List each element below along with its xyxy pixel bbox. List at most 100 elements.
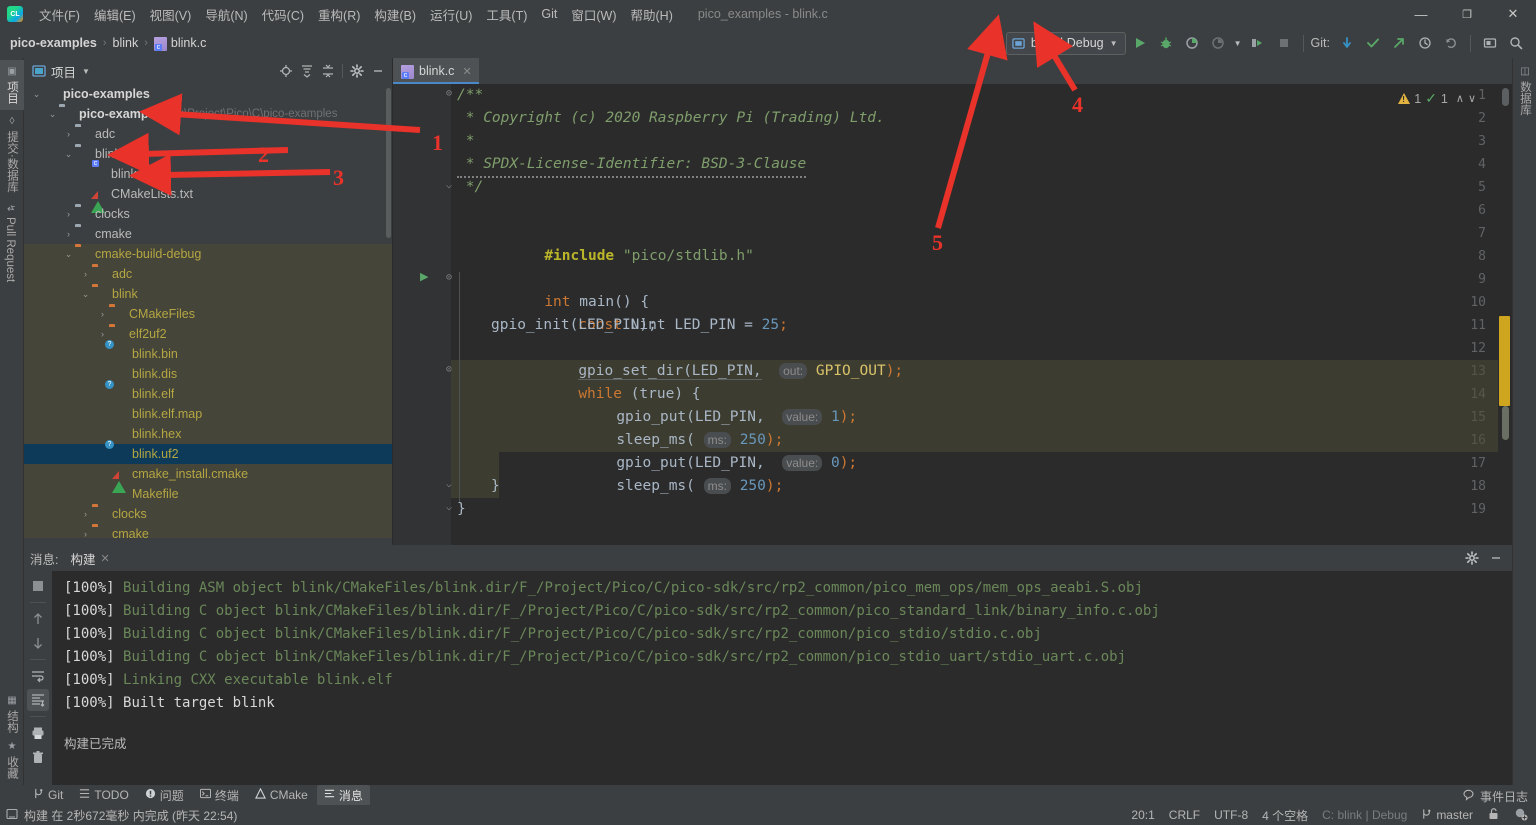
bottom-tab-problems[interactable]: 问题	[138, 785, 191, 806]
chevron-down-icon[interactable]: ⌄	[62, 249, 75, 260]
run-with-coverage-button[interactable]	[1180, 31, 1204, 55]
window-maximize-button[interactable]: ❐	[1444, 0, 1490, 28]
tool-tab-bookmarks[interactable]: ★ 收藏	[0, 735, 24, 785]
tree-row-project-folder[interactable]: ⌄ pico-examples F:\Project\Pico\C\pico-e…	[24, 104, 392, 124]
run-configuration-selector[interactable]: blink | Debug ▼	[1006, 32, 1126, 55]
file-encoding[interactable]: UTF-8	[1214, 808, 1248, 822]
chevron-right-icon[interactable]: ›	[62, 229, 75, 239]
tree-row-cmake-install[interactable]: cmake_install.cmake	[24, 464, 392, 484]
git-rollback-icon[interactable]	[1439, 31, 1463, 55]
git-push-icon[interactable]	[1387, 31, 1411, 55]
terminal-toggle-icon[interactable]	[1478, 31, 1502, 55]
git-branch-widget[interactable]: master	[1421, 808, 1473, 823]
tree-row-clocks[interactable]: › clocks	[24, 204, 392, 224]
menu-refactor[interactable]: 重构(R)	[311, 2, 367, 27]
tree-row-blink-hex[interactable]: blink.hex	[24, 424, 392, 444]
tree-row-build-cmake[interactable]: › cmake	[24, 524, 392, 544]
tree-row-makefile[interactable]: Makefile	[24, 484, 392, 504]
menu-window[interactable]: 窗口(W)	[564, 2, 623, 27]
tool-tab-structure[interactable]: ▦ 结构	[0, 689, 24, 739]
build-panel-tab[interactable]: 构建 ✕	[68, 546, 111, 571]
tree-row-cmake[interactable]: › cmake	[24, 224, 392, 244]
indent-setting[interactable]: 4 个空格	[1262, 807, 1308, 824]
run-button[interactable]	[1128, 31, 1152, 55]
scrollbar-thumb[interactable]	[1502, 88, 1509, 106]
window-close-button[interactable]: ✕	[1490, 0, 1536, 28]
chevron-right-icon[interactable]: ›	[96, 329, 109, 339]
settings-gear-icon[interactable]	[347, 61, 367, 81]
bottom-tab-cmake[interactable]: CMake	[248, 786, 315, 804]
tool-tab-commit[interactable]: ◊ 提交·数据库	[0, 110, 24, 198]
scrollbar-thumb-lower[interactable]	[1502, 406, 1509, 440]
tree-row-blink-dis[interactable]: blink.dis	[24, 364, 392, 384]
chevron-right-icon[interactable]: ›	[62, 129, 75, 139]
next-problem-icon[interactable]: ∨	[1468, 92, 1476, 105]
stop-build-button[interactable]	[27, 575, 49, 597]
stop-button[interactable]	[1272, 31, 1296, 55]
tree-row-blink-folder[interactable]: ⌄ blink	[24, 144, 392, 164]
line-separator[interactable]: CRLF	[1169, 808, 1200, 822]
previous-problem-icon[interactable]: ∧	[1456, 92, 1464, 105]
menu-help[interactable]: 帮助(H)	[624, 2, 680, 27]
breadcrumb-folder[interactable]: blink	[113, 36, 139, 50]
tree-row-root[interactable]: ⌄ pico-examples	[24, 84, 392, 104]
soft-wrap-button[interactable]	[27, 665, 49, 687]
menu-build[interactable]: 构建(B)	[367, 2, 423, 27]
editor-tab-blink-c[interactable]: blink.c ✕	[393, 58, 479, 84]
menu-navigate[interactable]: 导航(N)	[198, 2, 254, 27]
chevron-right-icon[interactable]: ›	[96, 309, 109, 319]
window-minimize-button[interactable]: —	[1398, 0, 1444, 28]
clear-all-button[interactable]	[27, 746, 49, 768]
tree-row-elf2uf2[interactable]: › elf2uf2	[24, 324, 392, 344]
next-occurrence-button[interactable]	[27, 632, 49, 654]
tree-row-blink-c[interactable]: blink.c	[24, 164, 392, 184]
menu-file[interactable]: 文件(F)	[32, 2, 87, 27]
print-button[interactable]	[27, 722, 49, 744]
tool-tab-project[interactable]: ▣ 项目	[0, 60, 24, 110]
tree-row-blink-elf-map[interactable]: blink.elf.map	[24, 404, 392, 424]
debug-button[interactable]	[1154, 31, 1178, 55]
tree-row-cmake-build-debug[interactable]: ⌄ cmake-build-debug	[24, 244, 392, 264]
bottom-tab-terminal[interactable]: 终端	[193, 785, 246, 806]
chevron-right-icon[interactable]: ›	[62, 209, 75, 219]
event-log-widget[interactable]: 事件日志	[1463, 788, 1528, 805]
code-editor[interactable]: 1 2 3 4 5 6 7 8 9 10 11 12 13 14 15 16 1…	[393, 84, 1512, 545]
build-hide-panel-icon[interactable]	[1486, 548, 1506, 568]
expand-all-icon[interactable]	[297, 61, 317, 81]
status-message[interactable]: 构建 在 2秒672毫秒 内完成 (昨天 22:54)	[24, 807, 237, 824]
tree-row-blink-bin[interactable]: blink.bin	[24, 344, 392, 364]
git-history-icon[interactable]	[1413, 31, 1437, 55]
menu-git[interactable]: Git	[534, 4, 564, 24]
collapse-all-icon[interactable]	[318, 61, 338, 81]
bottom-tab-git[interactable]: Git	[26, 786, 70, 804]
locate-file-icon[interactable]	[276, 61, 296, 81]
chevron-right-icon[interactable]: ›	[79, 529, 92, 539]
hide-panel-icon[interactable]	[368, 61, 388, 81]
tool-tab-database[interactable]: ◫ 数据库	[1513, 60, 1536, 122]
scroll-to-end-button[interactable]	[27, 689, 49, 711]
close-icon[interactable]: ✕	[462, 65, 471, 78]
close-icon[interactable]: ✕	[101, 552, 110, 565]
previous-occurrence-button[interactable]	[27, 608, 49, 630]
tree-row-build-blink[interactable]: ⌄ blink	[24, 284, 392, 304]
profile-dropdown-icon[interactable]: ▼	[1232, 31, 1244, 55]
tree-row-adc[interactable]: › adc	[24, 124, 392, 144]
run-gutter-icon[interactable]: ▶	[420, 270, 432, 283]
chevron-down-icon[interactable]: ⌄	[30, 89, 43, 100]
menu-run[interactable]: 运行(U)	[423, 2, 479, 27]
breadcrumb-file[interactable]: blink.c	[171, 36, 206, 50]
git-commit-icon[interactable]	[1361, 31, 1385, 55]
build-console[interactable]: [100%] Building ASM object blink/CMakeFi…	[52, 571, 1512, 785]
chevron-down-icon[interactable]: ⌄	[62, 149, 75, 160]
attach-to-process-button[interactable]	[1246, 31, 1270, 55]
tree-row-build-adc[interactable]: › adc	[24, 264, 392, 284]
menu-edit[interactable]: 编辑(E)	[87, 2, 143, 27]
git-update-project-icon[interactable]	[1335, 31, 1359, 55]
breadcrumb-project[interactable]: pico-examples	[10, 36, 97, 50]
menu-code[interactable]: 代码(C)	[255, 2, 311, 27]
bottom-tab-todo[interactable]: TODO	[72, 786, 135, 804]
inspection-icon[interactable]	[1514, 807, 1528, 824]
chevron-right-icon[interactable]: ›	[79, 509, 92, 519]
menu-view[interactable]: 视图(V)	[143, 2, 199, 27]
lock-icon[interactable]	[1487, 807, 1500, 823]
